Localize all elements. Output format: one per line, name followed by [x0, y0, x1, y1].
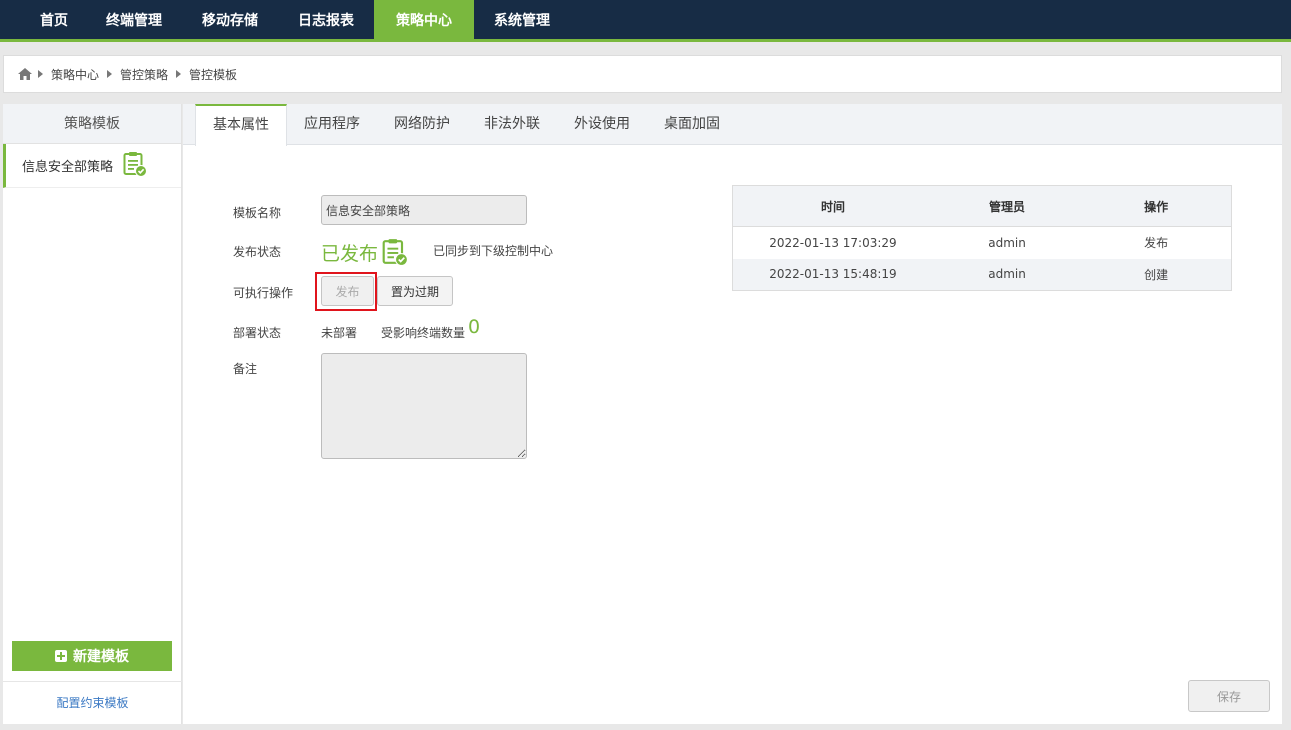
table-header-row: 时间 管理员 操作 [732, 185, 1232, 227]
deploy-status-label: 部署状态 [233, 326, 282, 340]
column-header-operation: 操作 [1081, 185, 1232, 227]
nav-item-terminal-management[interactable]: 终端管理 [86, 0, 182, 42]
nav-item-policy-center[interactable]: 策略中心 [374, 0, 474, 42]
nav-item-mobile-storage[interactable]: 移动存储 [182, 0, 278, 42]
affected-terminals-label: 受影响终端数量 [381, 326, 466, 340]
top-nav: 首页 终端管理 移动存储 日志报表 策略中心 系统管理 [0, 0, 1291, 42]
breadcrumb-separator-icon [38, 70, 43, 78]
cell-time: 2022-01-13 15:48:19 [732, 258, 933, 291]
template-name-input[interactable] [321, 195, 527, 225]
home-icon[interactable] [18, 68, 32, 80]
remark-label: 备注 [233, 362, 258, 376]
breadcrumb-item-control-policy[interactable]: 管控策略 [120, 66, 168, 83]
sidebar-item-info-security-policy[interactable]: 信息安全部策略 [3, 144, 181, 188]
set-expired-button[interactable]: 置为过期 [377, 276, 453, 306]
tab-illegal-outreach[interactable]: 非法外联 [467, 104, 557, 145]
cell-time: 2022-01-13 17:03:29 [769, 235, 897, 250]
tab-basic-properties[interactable]: 基本属性 [195, 104, 287, 146]
configure-constraint-template-link[interactable]: 配置约束模板 [3, 681, 182, 724]
column-header-admin: 管理员 [932, 185, 1082, 227]
nav-item-log-reports[interactable]: 日志报表 [278, 0, 374, 42]
template-name-label: 模板名称 [233, 206, 282, 220]
nav-item-home[interactable]: 首页 [0, 0, 86, 42]
table-row: 2022-01-13 15:48:19 admin 创建 [732, 258, 1232, 291]
sidebar-item-label: 信息安全部策略 [22, 160, 114, 175]
new-template-button[interactable]: 新建模板 [12, 641, 172, 671]
breadcrumb-separator-icon [107, 70, 113, 78]
cell-admin: admin [988, 235, 1026, 250]
column-header-time: 时间 [732, 185, 933, 227]
tab-network-protection[interactable]: 网络防护 [377, 104, 467, 145]
tab-applications[interactable]: 应用程序 [287, 104, 377, 145]
nav-item-system-management[interactable]: 系统管理 [474, 0, 570, 42]
tab-peripheral-usage[interactable]: 外设使用 [557, 104, 647, 145]
tab-bar: 基本属性 应用程序 网络防护 非法外联 外设使用 桌面加固 [183, 104, 1282, 146]
available-actions-label: 可执行操作 [233, 286, 294, 300]
clipboard-check-icon [123, 151, 148, 181]
cell-admin: admin [932, 258, 1082, 291]
remark-textarea[interactable] [321, 353, 527, 459]
template-sidebar: 策略模板 信息安全部策略 新建模板 配置约束模板 [3, 104, 182, 724]
tab-desktop-hardening[interactable]: 桌面加固 [647, 104, 737, 145]
cell-operation: 创建 [1081, 258, 1232, 291]
breadcrumb-item-policy-center[interactable]: 策略中心 [51, 66, 99, 83]
sidebar-title: 策略模板 [3, 104, 181, 144]
breadcrumb: 策略中心 管控策略 管控模板 [3, 55, 1282, 93]
deploy-status-value: 未部署 [321, 326, 358, 340]
publish-status-label: 发布状态 [233, 245, 282, 259]
publish-status-value: 已发布 [321, 243, 379, 265]
clipboard-check-icon [382, 238, 408, 270]
save-button[interactable]: 保存 [1188, 680, 1270, 712]
new-template-label: 新建模板 [73, 649, 129, 665]
breadcrumb-separator-icon [176, 70, 182, 78]
cell-operation: 发布 [1144, 236, 1169, 251]
breadcrumb-item-control-template: 管控模板 [189, 67, 238, 82]
plus-icon [55, 650, 67, 662]
affected-terminals-count: 0 [468, 316, 481, 338]
table-row: 2022-01-13 17:03:29 admin 发布 [733, 227, 1232, 259]
sync-note: 已同步到下级控制中心 [433, 244, 554, 258]
highlight-box [315, 272, 377, 311]
main-panel: 基本属性 应用程序 网络防护 非法外联 外设使用 桌面加固 模板名称 发布状态 … [183, 104, 1282, 724]
history-table: 时间 管理员 操作 2022-01-13 17:03:29 admin 发布 2… [732, 185, 1232, 291]
